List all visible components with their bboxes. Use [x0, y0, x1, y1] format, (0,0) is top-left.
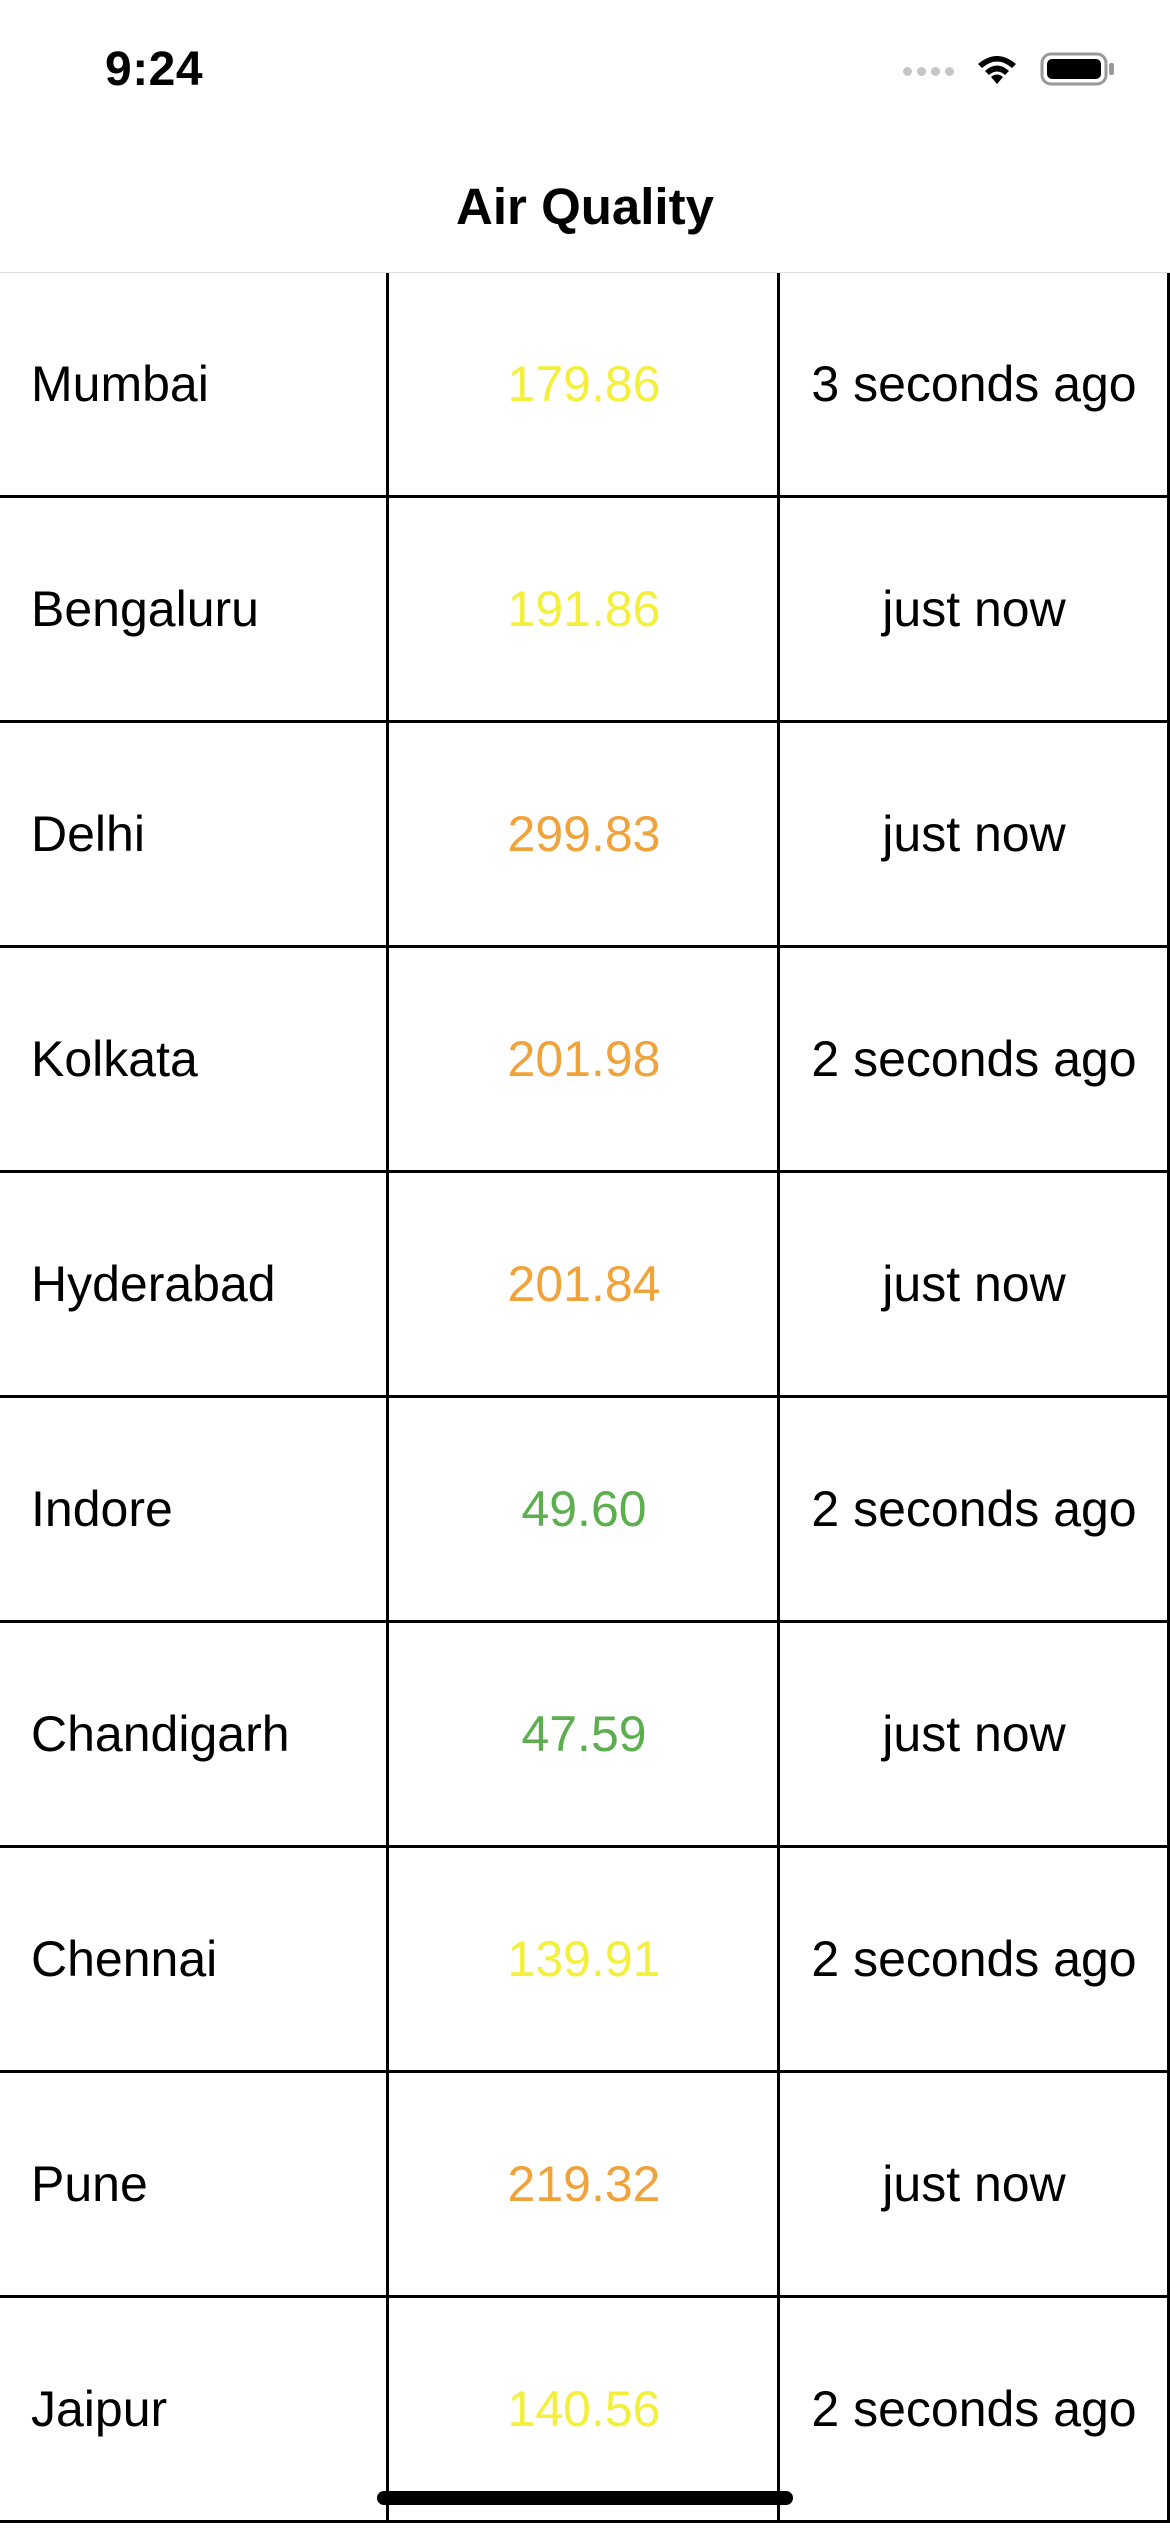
table-row[interactable]: Chennai 139.91 2 seconds ago [0, 1848, 1170, 2073]
column-divider [386, 1848, 389, 2073]
table-row[interactable]: Mumbai 179.86 3 seconds ago [0, 273, 1170, 498]
aqi-value: 139.91 [507, 1931, 661, 1987]
column-divider [777, 1848, 780, 2073]
table-row[interactable]: Indore 49.60 2 seconds ago [0, 1398, 1170, 1623]
city-name: Pune [31, 2156, 148, 2212]
table-row[interactable]: Jaipur 140.56 2 seconds ago [0, 2298, 1170, 2523]
aqi-value: 49.60 [521, 1481, 647, 1537]
last-updated: 2 seconds ago [811, 2381, 1137, 2437]
column-divider [777, 2073, 780, 2298]
aqi-value: 219.32 [507, 2156, 661, 2212]
last-updated: 3 seconds ago [811, 356, 1137, 412]
aqi-value: 47.59 [521, 1706, 647, 1762]
city-name: Delhi [31, 806, 145, 862]
column-divider [777, 273, 780, 498]
status-time: 9:24 [105, 43, 204, 96]
column-divider [777, 498, 780, 723]
aqi-value: 299.83 [507, 806, 661, 862]
last-updated: 2 seconds ago [811, 1931, 1137, 1987]
aqi-value: 179.86 [507, 356, 661, 412]
column-divider [386, 2073, 389, 2298]
column-divider [777, 1398, 780, 1623]
city-name: Indore [31, 1481, 173, 1537]
table-row[interactable]: Pune 219.32 just now [0, 2073, 1170, 2298]
column-divider [386, 1173, 389, 1398]
city-name: Mumbai [31, 356, 209, 412]
last-updated: just now [882, 806, 1066, 862]
city-name: Hyderabad [31, 1256, 276, 1312]
status-bar: 9:24 [0, 0, 1170, 140]
column-divider [777, 2298, 780, 2523]
column-divider [386, 498, 389, 723]
last-updated: 2 seconds ago [811, 1481, 1137, 1537]
wifi-icon [972, 50, 1022, 93]
aqi-value: 201.98 [507, 1031, 661, 1087]
last-updated: just now [882, 581, 1066, 637]
column-divider [777, 948, 780, 1173]
aqi-value: 201.84 [507, 1256, 661, 1312]
column-divider [386, 273, 389, 498]
air-quality-table: Mumbai 179.86 3 seconds ago Bengaluru 191.86… [0, 273, 1170, 2523]
table-row[interactable]: Kolkata 201.98 2 seconds ago [0, 948, 1170, 1173]
city-name: Jaipur [31, 2381, 168, 2437]
column-divider [386, 948, 389, 1173]
aqi-value: 140.56 [507, 2381, 661, 2437]
city-name: Chandigarh [31, 1706, 290, 1762]
home-indicator[interactable] [377, 2491, 793, 2505]
navigation-bar: Air Quality [0, 140, 1170, 273]
column-divider [386, 1398, 389, 1623]
page-title: Air Quality [456, 178, 714, 235]
city-name: Kolkata [31, 1031, 198, 1087]
column-divider [777, 1623, 780, 1848]
column-divider [386, 723, 389, 948]
cellular-signal-icon [903, 67, 954, 76]
aqi-value: 191.86 [507, 581, 661, 637]
table-row[interactable]: Bengaluru 191.86 just now [0, 498, 1170, 723]
table-row[interactable]: Delhi 299.83 just now [0, 723, 1170, 948]
last-updated: just now [882, 1706, 1066, 1762]
column-divider [777, 723, 780, 948]
city-name: Bengaluru [31, 581, 259, 637]
table-row[interactable]: Hyderabad 201.84 just now [0, 1173, 1170, 1398]
last-updated: just now [882, 1256, 1066, 1312]
column-divider [386, 2298, 389, 2523]
status-icons [903, 50, 1116, 93]
last-updated: 2 seconds ago [811, 1031, 1137, 1087]
last-updated: just now [882, 2156, 1066, 2212]
city-name: Chennai [31, 1931, 218, 1987]
table-row[interactable]: Chandigarh 47.59 just now [0, 1623, 1170, 1848]
column-divider [777, 1173, 780, 1398]
battery-icon [1040, 50, 1116, 93]
column-divider [386, 1623, 389, 1848]
